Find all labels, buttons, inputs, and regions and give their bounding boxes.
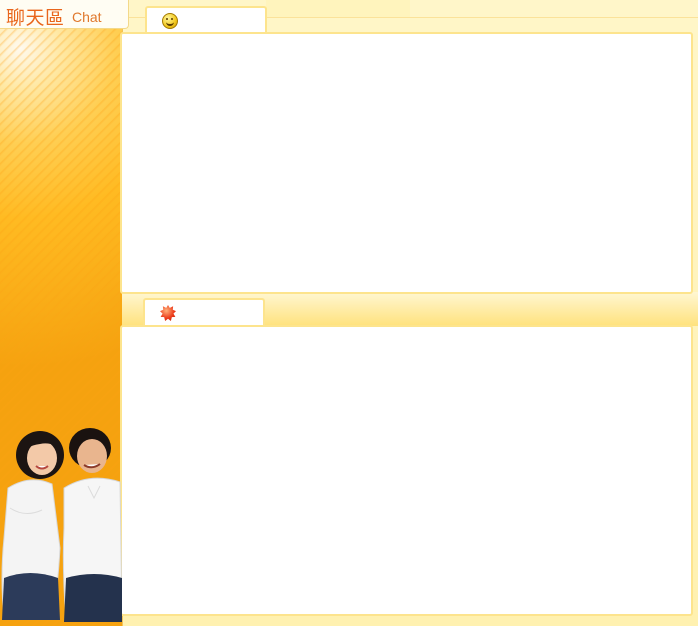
chat-input-area[interactable]: [120, 325, 693, 616]
smiley-icon: [162, 13, 178, 29]
man-figure: [62, 428, 122, 622]
brand-subtitle: Chat: [72, 9, 102, 25]
header-strip-segment: [410, 0, 698, 17]
couple-photo: [1, 428, 122, 622]
header-strip-segment: [266, 0, 411, 17]
chat-message-area[interactable]: [120, 32, 693, 294]
brand-header: 聊天區 Chat: [0, 0, 129, 29]
brand-title: 聊天區: [6, 7, 65, 29]
woman-figure: [1, 431, 64, 620]
chat-window: 聊天區 Chat: [0, 0, 698, 626]
